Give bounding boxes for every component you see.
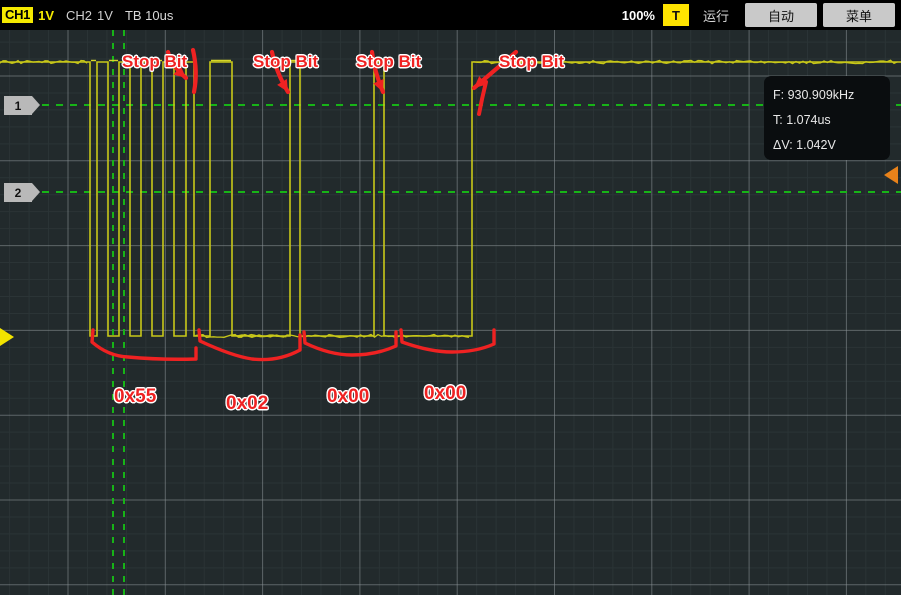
auto-button[interactable]: 自动 xyxy=(745,3,817,27)
trigger-badge[interactable]: T xyxy=(663,4,689,26)
red-annotation-layer xyxy=(0,30,901,595)
waveform-display-area[interactable]: 1 2 F: 930.909kHz T: 1.074us ΔV: 1.042V … xyxy=(0,30,901,595)
oscilloscope-top-bar: CH1 1V CH2 1V TB 10us 100% T 运行 自动 菜单 xyxy=(0,0,901,30)
decoded-byte-label: 0x02 xyxy=(226,393,268,415)
ch2-label[interactable]: CH2 xyxy=(66,8,92,23)
zoom-percent-label: 100% xyxy=(622,8,655,23)
decoded-byte-label: 0x55 xyxy=(114,386,156,408)
stop-bit-label: Stop Bit xyxy=(356,52,421,72)
decoded-byte-label: 0x00 xyxy=(327,386,369,408)
timebase-label[interactable]: TB 10us xyxy=(125,8,173,23)
ch1-badge[interactable]: CH1 xyxy=(2,7,33,23)
stop-bit-arrows xyxy=(168,50,516,114)
ch2-scale-label[interactable]: 1V xyxy=(97,8,113,23)
stop-bit-label: Stop Bit xyxy=(253,52,318,72)
stop-bit-label: Stop Bit xyxy=(499,52,564,72)
run-status-label[interactable]: 运行 xyxy=(703,6,729,25)
menu-button[interactable]: 菜单 xyxy=(823,3,895,27)
ch1-scale-label[interactable]: 1V xyxy=(38,8,54,23)
byte-brackets xyxy=(92,330,494,360)
stop-bit-label: Stop Bit xyxy=(122,52,187,72)
decoded-byte-label: 0x00 xyxy=(424,383,466,405)
